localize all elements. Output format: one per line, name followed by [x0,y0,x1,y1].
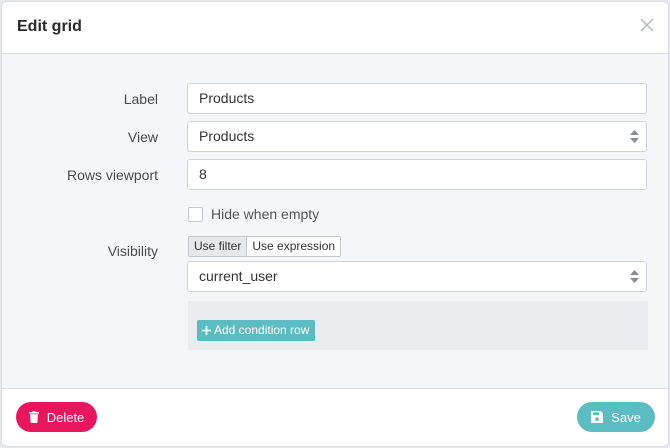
plus-icon [202,326,211,335]
close-button[interactable] [638,16,656,34]
sort-arrows-icon [630,270,639,283]
save-icon [591,411,604,423]
use-filter-button[interactable]: Use filter [188,236,248,257]
close-icon [640,18,654,32]
use-expression-button[interactable]: Use expression [247,236,342,257]
modal-title: Edit grid [17,18,82,35]
rows-viewport-caption: Rows viewport [66,167,158,183]
visibility-mode-toggle: Use filter Use expression [188,236,342,257]
hide-when-empty-checkbox[interactable] [188,206,203,222]
add-condition-row-button[interactable]: Add condition row [197,320,316,341]
condition-panel: Add condition row [188,301,648,350]
view-field-caption: View [127,129,158,145]
delete-button[interactable]: Delete [16,402,97,432]
add-condition-row-label: Add condition row [214,323,310,337]
delete-label: Delete [46,409,85,425]
trash-icon [28,411,39,423]
view-select[interactable]: Products [187,121,647,152]
save-button[interactable]: Save [577,402,655,432]
edit-grid-modal: Edit grid Label Products View Products R… [1,1,669,447]
hide-when-empty-row: Hide when empty [188,204,319,224]
visibility-caption: Visibility [107,243,158,259]
sort-arrows-icon [630,130,639,143]
rows-viewport-input[interactable]: 8 [187,159,647,190]
modal-footer: Delete Save [2,388,668,446]
hide-when-empty-label: Hide when empty [211,206,320,222]
label-input[interactable]: Products [187,83,647,114]
visibility-filter-select[interactable]: current_user [187,261,647,292]
visibility-filter-value: current_user [199,268,278,284]
save-label: Save [611,409,641,425]
label-field-caption: Label [123,91,158,107]
view-select-value: Products [199,128,255,144]
modal-header: Edit grid [2,2,668,54]
